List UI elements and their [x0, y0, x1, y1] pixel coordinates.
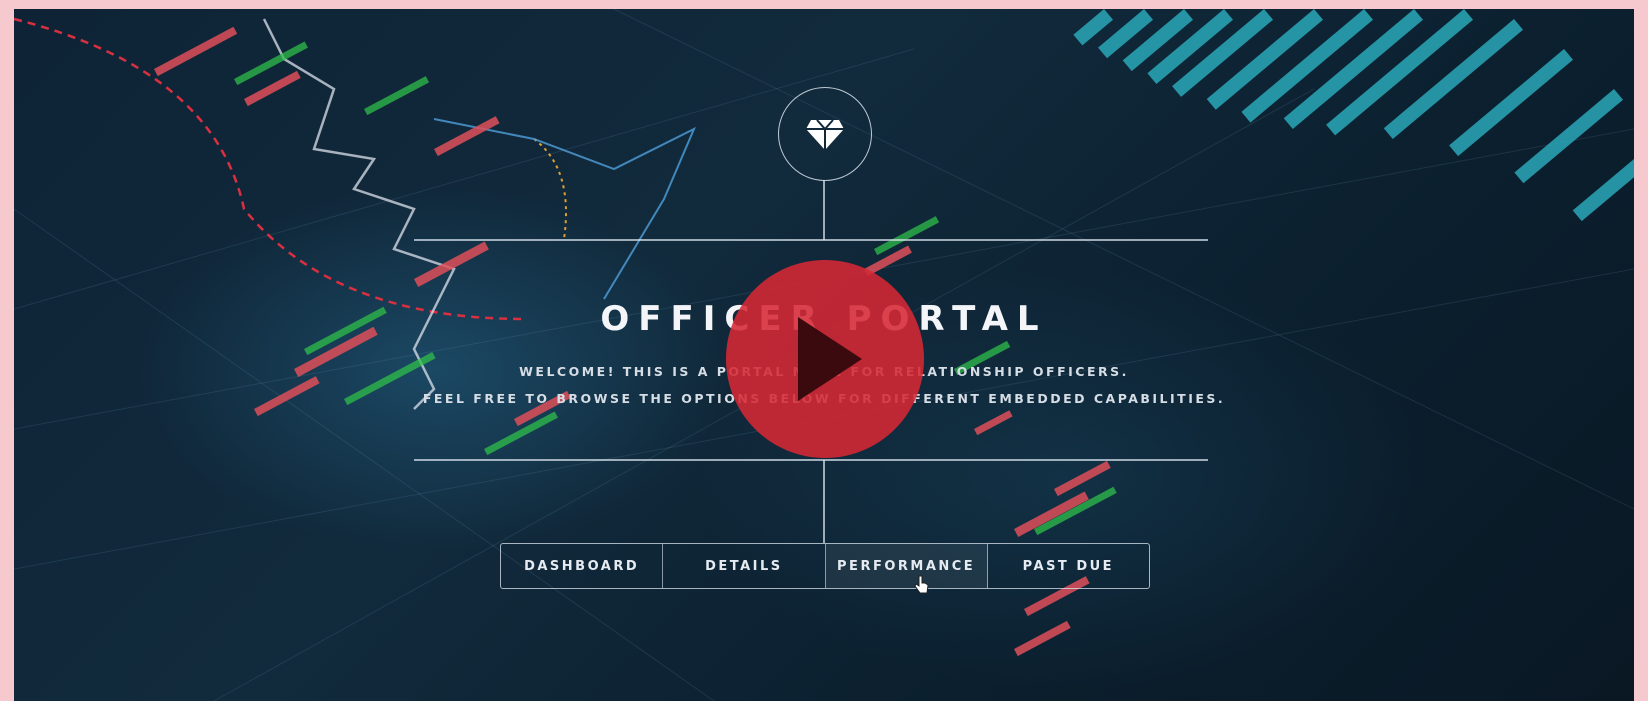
dashboard-button[interactable]: DASHBOARD: [501, 544, 664, 588]
details-button[interactable]: DETAILS: [663, 544, 826, 588]
performance-button[interactable]: PERFORMANCE: [825, 544, 988, 588]
divider-top: [414, 239, 1208, 241]
divider-bottom: [414, 459, 1208, 461]
connector-line-bottom: [823, 460, 825, 543]
play-button[interactable]: [726, 260, 924, 458]
hand-pointer-icon: [914, 575, 929, 594]
logo-badge: [778, 87, 872, 181]
connector-line-top: [823, 180, 825, 240]
portal-nav: DASHBOARD DETAILS PERFORMANCE PAST DUE: [500, 543, 1150, 589]
video-frame: OFFICER PORTAL WELCOME! THIS IS A PORTAL…: [14, 9, 1634, 701]
play-icon: [798, 317, 862, 401]
past-due-button[interactable]: PAST DUE: [988, 544, 1149, 588]
diamond-icon: [806, 119, 844, 150]
